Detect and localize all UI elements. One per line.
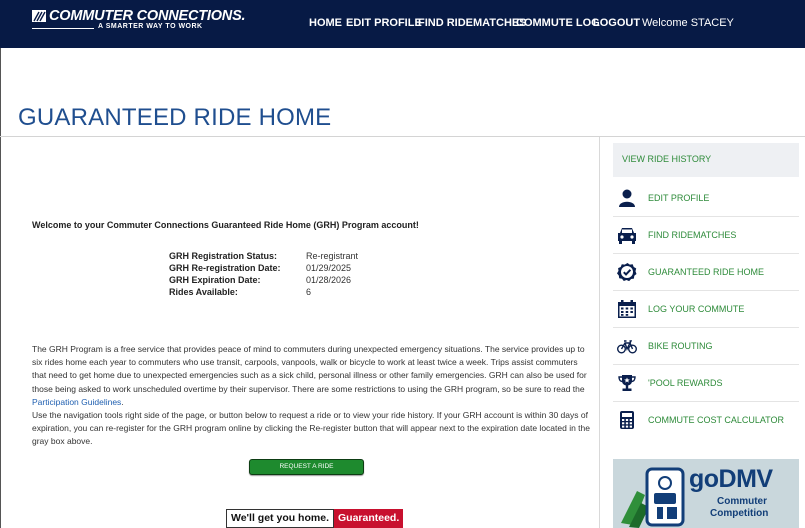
view-ride-history-label: VIEW RIDE HISTORY — [622, 154, 712, 164]
status-value: Re-registrant — [306, 251, 359, 261]
sidebar-item-label: 'POOL REWARDS — [648, 378, 723, 388]
sidebar-navigation: VIEW RIDE HISTORY EDIT PROFILE FIND RIDE… — [605, 137, 805, 528]
status-label: GRH Expiration Date: — [169, 275, 261, 285]
trophy-icon — [618, 375, 636, 391]
description-navigation-text: Use the navigation tools right side of t… — [32, 410, 590, 447]
sidebar-item-label: LOG YOUR COMMUTE — [648, 304, 745, 314]
calculator-icon — [620, 411, 634, 429]
nav-edit-profile[interactable]: EDIT PROFILE — [346, 17, 422, 29]
sidebar-item-find-ridematches[interactable]: FIND RIDEMATCHES — [613, 217, 799, 254]
welcome-message: Welcome to your Commuter Connections Gua… — [32, 220, 419, 230]
nav-find-ridematches[interactable]: FIND RIDEMATCHES — [418, 17, 527, 29]
bicycle-icon — [617, 340, 637, 354]
commuter-modes-icon — [621, 467, 685, 528]
logo-mark-icon — [32, 10, 46, 22]
sidebar-item-label: EDIT PROFILE — [648, 193, 710, 203]
sidebar-item-pool-rewards[interactable]: 'POOL REWARDS — [613, 365, 799, 402]
guarantee-banner: We'll get you home. Guaranteed. — [226, 509, 404, 528]
sidebar-item-log-your-commute[interactable]: LOG YOUR COMMUTE — [613, 291, 799, 328]
sidebar-item-label: BIKE ROUTING — [648, 341, 713, 351]
check-badge-icon — [617, 263, 637, 282]
godmv-commuter-competition-promo[interactable]: goDMV Commuter Competition — [613, 459, 799, 528]
banner-text: We'll get you home. — [226, 509, 334, 528]
sidebar-item-edit-profile[interactable]: EDIT PROFILE — [613, 180, 799, 217]
sidebar-item-label: COMMUTE COST CALCULATOR — [648, 415, 785, 425]
commuter-connections-logo[interactable]: COMMUTER CONNECTIONS. A SMARTER WAY TO W… — [32, 8, 246, 37]
welcome-user: Welcome STACEY — [642, 17, 734, 29]
page-title: GUARANTEED RIDE HOME — [18, 104, 332, 131]
nav-commute-log[interactable]: COMMUTE LOG — [516, 17, 600, 29]
participation-guidelines-link[interactable]: Participation Guidelines — [32, 397, 121, 407]
sidebar-item-bike-routing[interactable]: BIKE ROUTING — [613, 328, 799, 365]
view-ride-history-link[interactable]: VIEW RIDE HISTORY — [613, 143, 799, 177]
person-icon — [619, 189, 635, 207]
description-text-end: . — [121, 396, 124, 407]
status-label: GRH Re-registration Date: — [169, 263, 281, 273]
description-text: The GRH Program is a free service that p… — [32, 344, 587, 394]
status-label: GRH Registration Status: — [169, 251, 278, 261]
status-value: 01/28/2026 — [306, 275, 352, 285]
status-label: Rides Available: — [169, 287, 238, 297]
calendar-icon — [618, 300, 636, 318]
sidebar-item-commute-cost-calculator[interactable]: COMMUTE COST CALCULATOR — [613, 402, 799, 439]
sidebar-item-label: FIND RIDEMATCHES — [648, 230, 737, 240]
promo-title: goDMV — [689, 465, 773, 493]
nav-logout[interactable]: LOGOUT — [593, 17, 640, 29]
logo-tagline: A SMARTER WAY TO WORK — [98, 23, 203, 30]
sidebar-item-label: GUARANTEED RIDE HOME — [648, 267, 765, 277]
nav-home[interactable]: HOME — [309, 17, 342, 29]
banner-guaranteed: Guaranteed. — [333, 509, 404, 528]
top-navigation-bar: COMMUTER CONNECTIONS. A SMARTER WAY TO W… — [0, 0, 805, 48]
request-ride-button[interactable]: REQUEST A RIDE — [249, 459, 364, 475]
logo-title: COMMUTER CONNECTIONS. — [49, 8, 246, 24]
promo-subtitle-1: Commuter — [717, 496, 768, 507]
logo-underline — [32, 28, 94, 29]
car-icon — [618, 228, 636, 244]
sidebar-item-guaranteed-ride-home[interactable]: GUARANTEED RIDE HOME — [613, 254, 799, 291]
status-value: 6 — [306, 287, 312, 297]
promo-subtitle-2: Competition — [710, 508, 769, 519]
status-value: 01/29/2025 — [306, 263, 352, 273]
program-description: The GRH Program is a free service that p… — [32, 343, 592, 449]
